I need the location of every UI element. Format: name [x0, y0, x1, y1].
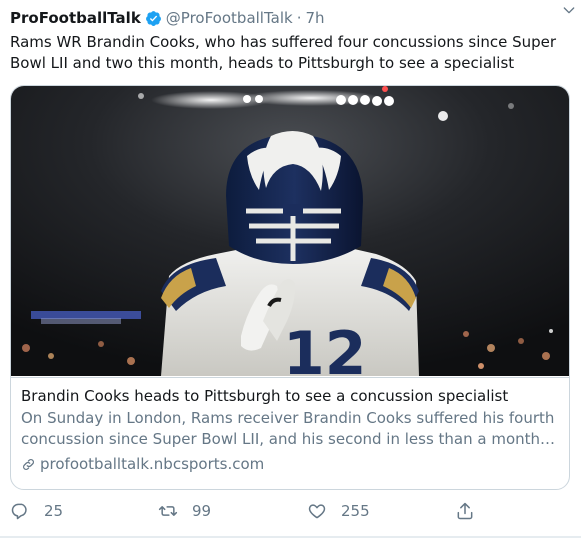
user-handle[interactable]: @ProFootballTalk — [166, 9, 293, 27]
like-icon — [308, 504, 326, 519]
tweet-timestamp[interactable]: 7h — [305, 9, 324, 27]
svg-text:12: 12 — [283, 319, 367, 376]
verified-badge-icon — [145, 10, 161, 26]
tweet-actions: 25 99 255 — [0, 499, 581, 523]
like-button[interactable]: 255 — [307, 499, 370, 523]
separator-dot: · — [296, 9, 302, 27]
card-body[interactable]: Brandin Cooks heads to Pittsburgh to see… — [11, 377, 569, 489]
card-description-line: concussion since Super Bowl LII, and his… — [21, 430, 556, 448]
card-description: On Sunday in London, Rams receiver Brand… — [21, 408, 556, 450]
card-description-line: On Sunday in London, Rams receiver Brand… — [21, 409, 555, 427]
link-icon — [23, 458, 34, 470]
link-card[interactable]: 12 Brandin Cooks heads to Pittsburgh to … — [10, 85, 570, 490]
like-count: 255 — [341, 502, 370, 520]
retweet-icon — [158, 506, 178, 516]
football-player-photo: 12 — [11, 86, 569, 376]
card-title[interactable]: Brandin Cooks heads to Pittsburgh to see… — [21, 386, 561, 406]
share-icon — [457, 502, 473, 520]
share-button[interactable] — [455, 499, 489, 523]
chevron-down-icon[interactable] — [561, 2, 577, 18]
card-domain-text: profootballtalk.nbcsports.com — [40, 455, 265, 473]
display-name[interactable]: ProFootballTalk — [10, 9, 141, 27]
retweet-count: 99 — [192, 502, 212, 520]
card-domain[interactable]: profootballtalk.nbcsports.com — [21, 454, 264, 474]
reply-count: 25 — [44, 502, 64, 520]
tweet-header: ProFootballTalk @ProFootballTalk · 7h — [10, 7, 571, 29]
tweet-text: Rams WR Brandin Cooks, who has suffered … — [10, 33, 557, 72]
retweet-button[interactable]: 99 — [158, 499, 211, 523]
reply-icon — [11, 503, 27, 520]
reply-button[interactable]: 25 — [10, 499, 63, 523]
card-image[interactable]: 12 — [11, 86, 569, 376]
